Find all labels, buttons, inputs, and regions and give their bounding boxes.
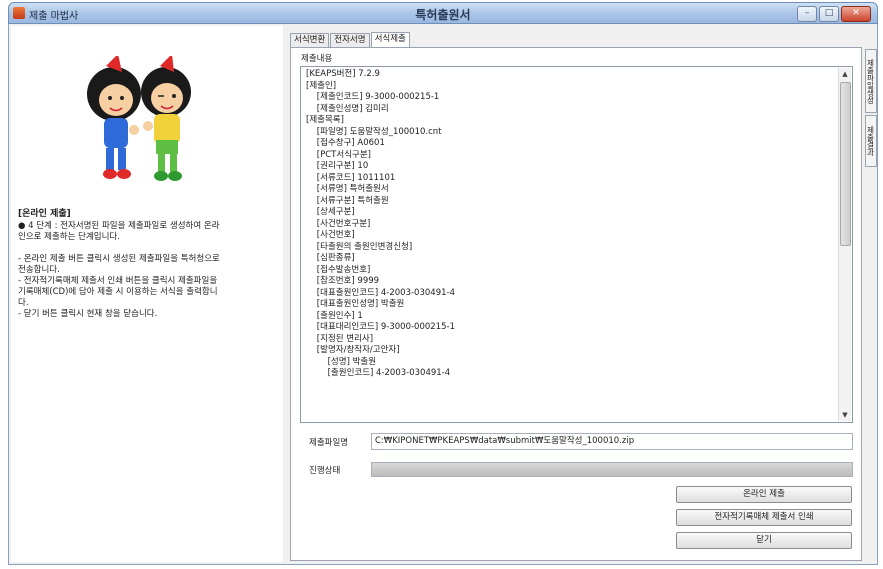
content-line: [타출원의 출원인변경신청]	[306, 241, 413, 252]
content-line: [서류구분] 특허출원	[306, 195, 389, 206]
content-line: [출원인코드] 4-2003-030491-4	[306, 368, 451, 378]
minimize-button[interactable]: –	[797, 6, 817, 22]
content-line: [심판종류]	[306, 253, 355, 263]
content-line: [제출인코드] 9-3000-000215-1	[306, 92, 440, 102]
help-text: ● 4 단계 : 전자서명된 파일을 제출파일로 생성하여 온라 인으로 제출하…	[18, 221, 220, 319]
side-tab-strip: 제출파일생성 제출결과	[865, 49, 877, 169]
tab-format-convert[interactable]: 서식변환	[290, 33, 330, 47]
side-tab-submit-result[interactable]: 제출결과	[865, 115, 877, 167]
content-line: [제출목록]	[306, 115, 344, 125]
content-line: [대표출원인코드] 4-2003-030491-4	[306, 287, 455, 298]
progress-bar	[371, 462, 853, 477]
submission-content-list[interactable]: [KEAPS버전] 7.2.9 [제출인] [제출인코드] 9-3000-0002…	[300, 66, 853, 423]
content-lines: [KEAPS버전] 7.2.9 [제출인] [제출인코드] 9-3000-0002…	[306, 69, 455, 380]
window-titlebar[interactable]: 제출 마법사 특허출원서 – □ ✕	[8, 2, 878, 24]
scroll-up-icon[interactable]: ▲	[839, 68, 851, 80]
help-title: [온라인 제출]	[18, 209, 71, 219]
content-line: [PCT서식구분]	[306, 149, 371, 160]
close-button[interactable]: 닫기	[676, 532, 852, 549]
content-line: [제출인]	[306, 80, 337, 91]
content-line: [상세구분]	[306, 207, 355, 217]
content-line: [KEAPS버전] 7.2.9	[306, 69, 380, 79]
content-line: [접수발송번호]	[306, 264, 371, 275]
tab-strip: 서식변환 전자서명 서식제출	[290, 32, 411, 48]
scroll-thumb[interactable]	[840, 82, 851, 246]
progress-label: 진행상태	[309, 466, 341, 476]
close-window-button[interactable]: ✕	[841, 6, 871, 22]
mascot-illustration	[87, 56, 191, 181]
content-line: [접수창구] A0601	[306, 138, 385, 148]
window-title: 특허출원서	[415, 8, 471, 22]
content-line: [서류명] 특허출원서	[306, 184, 389, 194]
content-line: [파일명] 도움말작성_100010.cnt	[306, 126, 442, 137]
content-line: [출원인수] 1	[306, 310, 363, 321]
content-line: [성명] 박출원	[306, 356, 377, 367]
maximize-button[interactable]: □	[819, 6, 839, 22]
content-line: [대표대리인코드] 9-3000-000215-1	[306, 322, 455, 332]
online-submit-button[interactable]: 온라인 제출	[676, 486, 852, 503]
filename-label: 제출파일명	[309, 438, 349, 448]
scroll-down-icon[interactable]: ▼	[839, 409, 851, 421]
side-tab-create-file[interactable]: 제출파일생성	[865, 49, 877, 113]
vertical-scrollbar[interactable]: ▲ ▼	[838, 68, 851, 421]
content-line: [지정된 변리사]	[306, 333, 374, 344]
content-line: [사건번호]	[306, 230, 355, 240]
content-line: [발명자/창작자/고안자]	[306, 345, 400, 355]
content-line: [제출인성명] 김미리	[306, 103, 389, 114]
content-line: [대표출원인성명] 박출원	[306, 299, 405, 309]
content-line: [참조번호] 9999	[306, 276, 380, 286]
print-media-form-button[interactable]: 전자적기록매체 제출서 인쇄	[676, 509, 852, 526]
tab-digital-signature[interactable]: 전자서명	[330, 33, 370, 47]
content-line: [권리구분] 10	[306, 161, 369, 171]
content-line: [사건번호구분]	[306, 218, 371, 229]
content-line: [서류코드] 1011101	[306, 172, 396, 183]
section-label: 제출내용	[301, 54, 333, 64]
tab-form-submit[interactable]: 서식제출	[370, 32, 410, 47]
filename-field[interactable]: C:₩KIPONET₩PKEAPS₩data₩submit₩도움말작성_1000…	[371, 433, 853, 450]
